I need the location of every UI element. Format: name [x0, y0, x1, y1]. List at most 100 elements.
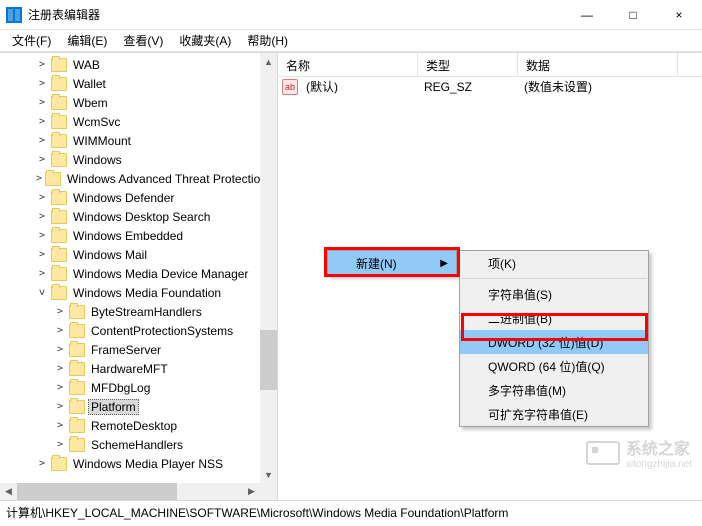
tree-item-label: HardwareMFT: [88, 361, 171, 377]
close-button[interactable]: ×: [656, 0, 702, 30]
tree-item[interactable]: >Wbem: [0, 93, 260, 112]
tree-item[interactable]: >Windows Advanced Threat Protection: [0, 169, 260, 188]
expand-icon[interactable]: >: [36, 78, 48, 89]
expand-icon[interactable]: >: [36, 173, 42, 184]
tree-item[interactable]: > Windows Media Player NSS: [0, 454, 260, 473]
minimize-button[interactable]: —: [564, 0, 610, 30]
expand-icon[interactable]: >: [36, 268, 48, 279]
menu-item-label: 字符串值(S): [488, 286, 552, 303]
tree-vertical-scrollbar[interactable]: ▲ ▼: [260, 53, 277, 483]
scrollbar-thumb[interactable]: [17, 483, 177, 500]
folder-icon: [51, 153, 67, 167]
tree-item[interactable]: >Windows Desktop Search: [0, 207, 260, 226]
tree-item-label: FrameServer: [88, 342, 164, 358]
expand-icon[interactable]: >: [36, 249, 48, 260]
context-menu-item[interactable]: QWORD (64 位)值(Q): [460, 354, 648, 378]
expand-icon[interactable]: >: [36, 458, 48, 469]
scroll-up-icon[interactable]: ▲: [260, 53, 277, 70]
column-name[interactable]: 名称: [278, 53, 418, 76]
status-path: 计算机\HKEY_LOCAL_MACHINE\SOFTWARE\Microsof…: [6, 504, 508, 521]
expand-icon[interactable]: >: [36, 154, 48, 165]
expand-icon[interactable]: >: [36, 192, 48, 203]
main-area: >WAB>Wallet>Wbem>WcmSvc>WIMMount>Windows…: [0, 52, 702, 500]
app-icon: [6, 7, 22, 23]
expand-icon[interactable]: >: [54, 363, 66, 374]
menu-edit[interactable]: 编辑(E): [59, 30, 115, 51]
status-bar: 计算机\HKEY_LOCAL_MACHINE\SOFTWARE\Microsof…: [0, 500, 702, 524]
registry-tree[interactable]: >WAB>Wallet>Wbem>WcmSvc>WIMMount>Windows…: [0, 55, 260, 483]
menu-view[interactable]: 查看(V): [115, 30, 171, 51]
expand-icon[interactable]: >: [36, 97, 48, 108]
folder-icon: [51, 191, 67, 205]
tree-item-label: SchemeHandlers: [88, 437, 186, 453]
tree-item-label: ContentProtectionSystems: [88, 323, 236, 339]
expand-icon[interactable]: >: [54, 401, 66, 412]
tree-item[interactable]: >Windows: [0, 150, 260, 169]
context-menu: 新建(N) ▶: [327, 250, 457, 276]
tree-item[interactable]: >Windows Defender: [0, 188, 260, 207]
column-data[interactable]: 数据: [518, 53, 678, 76]
tree-horizontal-scrollbar[interactable]: ◀ ▶: [0, 483, 260, 500]
expand-icon[interactable]: >: [54, 344, 66, 355]
menu-item-label: 项(K): [488, 255, 516, 272]
expand-icon[interactable]: >: [36, 230, 48, 241]
tree-item[interactable]: >Wallet: [0, 74, 260, 93]
tree-item[interactable]: > HardwareMFT: [0, 359, 260, 378]
scroll-left-icon[interactable]: ◀: [0, 483, 17, 500]
tree-item[interactable]: > FrameServer: [0, 340, 260, 359]
tree-item[interactable]: >Windows Mail: [0, 245, 260, 264]
context-menu-item[interactable]: 可扩充字符串值(E): [460, 402, 648, 426]
folder-icon: [51, 58, 67, 72]
tree-item[interactable]: >WcmSvc: [0, 112, 260, 131]
folder-icon: [51, 115, 67, 129]
tree-item[interactable]: >Windows Embedded: [0, 226, 260, 245]
context-menu-item[interactable]: 项(K): [460, 251, 648, 275]
tree-item[interactable]: >Windows Media Device Manager: [0, 264, 260, 283]
expand-icon[interactable]: >: [36, 211, 48, 222]
menu-file[interactable]: 文件(F): [4, 30, 59, 51]
context-menu-new[interactable]: 新建(N) ▶: [328, 251, 456, 275]
maximize-button[interactable]: □: [610, 0, 656, 30]
menu-item-label: 二进制值(B): [488, 310, 552, 327]
tree-item[interactable]: >WAB: [0, 55, 260, 74]
context-menu-item[interactable]: 多字符串值(M): [460, 378, 648, 402]
scroll-right-icon[interactable]: ▶: [243, 483, 260, 500]
folder-icon: [69, 438, 85, 452]
cell-data: (数值未设置): [516, 78, 676, 95]
expand-icon[interactable]: >: [54, 325, 66, 336]
context-menu-item[interactable]: 二进制值(B): [460, 306, 648, 330]
expand-icon[interactable]: >: [54, 306, 66, 317]
tree-pane: >WAB>Wallet>Wbem>WcmSvc>WIMMount>Windows…: [0, 53, 278, 500]
scrollbar-thumb[interactable]: [260, 330, 277, 390]
scroll-down-icon[interactable]: ▼: [260, 466, 277, 483]
folder-icon: [69, 362, 85, 376]
context-menu-item[interactable]: 字符串值(S): [460, 282, 648, 306]
folder-icon: [51, 134, 67, 148]
context-menu-item[interactable]: DWORD (32 位)值(D): [460, 330, 648, 354]
expand-icon[interactable]: >: [36, 59, 48, 70]
expand-icon[interactable]: >: [54, 420, 66, 431]
menu-favorites[interactable]: 收藏夹(A): [171, 30, 239, 51]
folder-icon: [69, 343, 85, 357]
expand-icon[interactable]: >: [36, 116, 48, 127]
column-type[interactable]: 类型: [418, 53, 518, 76]
menu-help[interactable]: 帮助(H): [239, 30, 296, 51]
tree-item-label: Windows Media Player NSS: [70, 456, 226, 472]
collapse-icon[interactable]: ⅴ: [36, 287, 48, 298]
tree-item[interactable]: >Platform: [0, 397, 260, 416]
list-row[interactable]: ab (默认) REG_SZ (数值未设置): [278, 77, 702, 96]
menu-bar: 文件(F) 编辑(E) 查看(V) 收藏夹(A) 帮助(H): [0, 30, 702, 52]
list-body[interactable]: ab (默认) REG_SZ (数值未设置): [278, 77, 702, 96]
tree-item[interactable]: >WIMMount: [0, 131, 260, 150]
tree-item[interactable]: ⅴWindows Media Foundation: [0, 283, 260, 302]
folder-icon: [51, 96, 67, 110]
expand-icon[interactable]: >: [54, 439, 66, 450]
tree-item[interactable]: >ByteStreamHandlers: [0, 302, 260, 321]
tree-item[interactable]: > SchemeHandlers: [0, 435, 260, 454]
window-controls: — □ ×: [564, 0, 702, 29]
expand-icon[interactable]: >: [36, 135, 48, 146]
expand-icon[interactable]: >: [54, 382, 66, 393]
tree-item[interactable]: > ContentProtectionSystems: [0, 321, 260, 340]
tree-item[interactable]: >MFDbgLog: [0, 378, 260, 397]
tree-item[interactable]: >RemoteDesktop: [0, 416, 260, 435]
